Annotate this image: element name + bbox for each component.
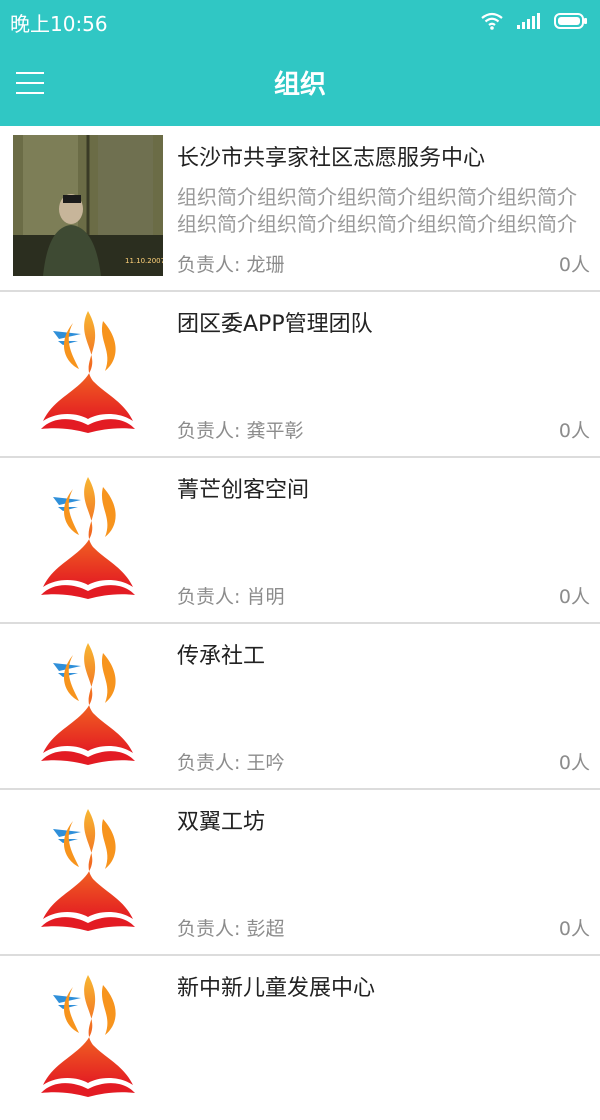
signal-icon xyxy=(517,13,540,29)
org-photo: 11.10.2007 xyxy=(13,135,163,276)
status-time: 晚上10:56 xyxy=(10,12,108,36)
wifi-icon xyxy=(481,12,503,30)
member-count: 0人 xyxy=(558,420,590,442)
flame-logo-icon xyxy=(41,311,135,433)
org-leader: 负责人: 肖明 xyxy=(177,586,285,608)
org-intro xyxy=(177,350,587,404)
status-bar: 晚上10:56 xyxy=(0,0,600,42)
app-bar: 组织 xyxy=(0,42,600,126)
member-count: 0人 xyxy=(558,586,590,608)
battery-icon xyxy=(554,13,587,29)
org-name: 传承社工 xyxy=(177,644,266,669)
org-name: 双翼工坊 xyxy=(177,810,266,835)
list-item[interactable]: 11.10.2007 长沙市共享家社区志愿服务中心 组织简介组织简介组织简介组织… xyxy=(0,126,600,292)
org-intro: 组织简介组织简介组织简介组织简介组织简介组织简介组织简介组织简介组织简介组织简介 xyxy=(177,185,577,236)
member-count: 0人 xyxy=(558,254,590,276)
org-leader: 负责人: 龚平彰 xyxy=(177,420,304,442)
list-item[interactable]: 新中新儿童发展中心 xyxy=(0,956,600,1120)
org-name: 菁芒创客空间 xyxy=(177,478,310,503)
list-item[interactable]: 菁芒创客空间 负责人: 肖明 0人 xyxy=(0,458,600,624)
list-item[interactable]: 团区委APP管理团队 负责人: 龚平彰 0人 xyxy=(0,292,600,458)
org-leader: 负责人: 彭超 xyxy=(177,918,285,940)
page-title: 组织 xyxy=(273,70,326,100)
flame-logo-icon xyxy=(41,643,135,765)
org-leader: 负责人: 王吟 xyxy=(177,752,285,774)
org-name: 团区委APP管理团队 xyxy=(177,312,373,337)
org-intro xyxy=(177,848,587,902)
svg-text:11.10.2007: 11.10.2007 xyxy=(125,257,163,265)
flame-logo-icon xyxy=(41,809,135,931)
status-icons xyxy=(480,10,588,32)
org-list: 11.10.2007 长沙市共享家社区志愿服务中心 组织简介组织简介组织简介组织… xyxy=(0,126,600,1120)
flame-logo-icon xyxy=(41,975,135,1097)
org-leader: 负责人: 龙珊 xyxy=(177,254,285,276)
org-intro xyxy=(177,682,587,736)
list-item[interactable]: 传承社工 负责人: 王吟 0人 xyxy=(0,624,600,790)
org-name: 长沙市共享家社区志愿服务中心 xyxy=(177,146,486,171)
list-item[interactable]: 双翼工坊 负责人: 彭超 0人 xyxy=(0,790,600,956)
member-count: 0人 xyxy=(558,752,590,774)
flame-logo-icon xyxy=(41,477,135,599)
org-intro xyxy=(177,516,587,570)
member-count: 0人 xyxy=(558,918,590,940)
org-name: 新中新儿童发展中心 xyxy=(177,976,376,1001)
